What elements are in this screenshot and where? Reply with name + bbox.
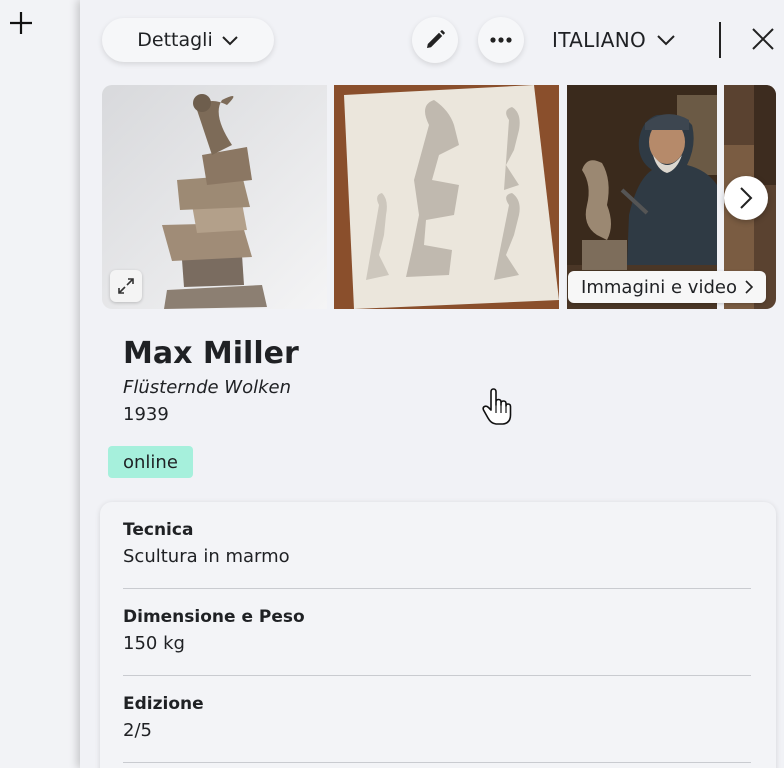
detail-row-technique: Tecnica Scultura in marmo (123, 502, 751, 589)
gallery-image-sketch[interactable] (334, 85, 559, 309)
image-gallery: Immagini e video (102, 85, 776, 309)
artist-name: Max Miller (123, 336, 299, 371)
close-icon (752, 28, 774, 50)
images-videos-button[interactable]: Immagini e video (568, 271, 766, 303)
details-dropdown-label: Dettagli (137, 29, 213, 51)
detail-row-dimensions: Dimensione e Peso 150 kg (123, 589, 751, 676)
language-label: ITALIANO (552, 28, 647, 52)
detail-value: 2/5 (123, 720, 152, 741)
details-card: Tecnica Scultura in marmo Dimensione e P… (100, 502, 776, 768)
edit-button[interactable] (412, 17, 458, 63)
detail-value: 150 kg (123, 633, 185, 654)
panel-toolbar: Dettagli ITALIANO (80, 0, 784, 80)
detail-label: Edizione (123, 694, 204, 714)
chevron-right-icon (740, 187, 753, 209)
detail-row-edition: Edizione 2/5 (123, 676, 751, 763)
sketch-photo (334, 85, 559, 309)
detail-value: Scultura in marmo (123, 546, 290, 567)
more-options-button[interactable] (478, 17, 524, 63)
artwork-year: 1939 (123, 404, 169, 425)
details-dropdown[interactable]: Dettagli (102, 18, 274, 62)
images-videos-label: Immagini e video (581, 276, 737, 298)
left-sidebar (0, 0, 80, 768)
more-horizontal-icon (490, 37, 512, 43)
hand-cursor-icon (482, 388, 512, 425)
expand-button[interactable] (110, 270, 142, 302)
pencil-icon (427, 30, 445, 48)
plus-icon (10, 12, 32, 34)
chevron-down-icon (222, 36, 238, 46)
artwork-title: Flüsternde Wolken (123, 377, 292, 398)
close-button[interactable] (746, 22, 780, 56)
chevron-right-icon (745, 280, 753, 294)
expand-icon (118, 278, 134, 294)
artwork-detail-panel: Dettagli ITALIANO Immagini e video Max M… (80, 0, 784, 768)
chevron-down-icon (657, 35, 675, 46)
language-selector[interactable]: ITALIANO (552, 22, 676, 58)
toolbar-divider (719, 22, 721, 58)
gallery-next-button[interactable] (724, 176, 768, 220)
add-button[interactable] (6, 8, 36, 38)
gallery-image-sculpture[interactable] (102, 85, 327, 309)
status-badge: online (108, 446, 193, 478)
detail-label: Tecnica (123, 520, 194, 540)
detail-label: Dimensione e Peso (123, 607, 305, 627)
